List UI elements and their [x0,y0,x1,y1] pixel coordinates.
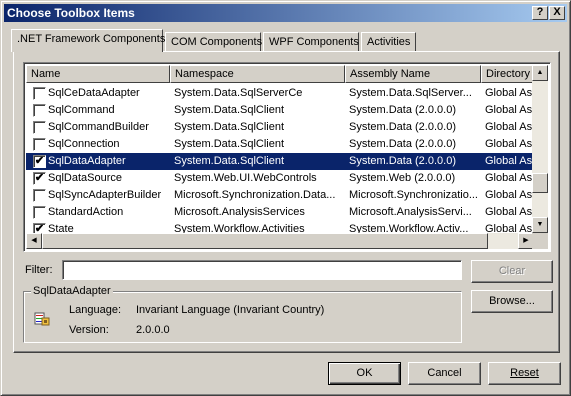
scroll-down-icon[interactable]: ▼ [532,217,548,233]
choose-toolbox-items-dialog: Choose Toolbox Items ? X .NET Framework … [0,0,571,396]
cell-namespace: System.Data.SqlClient [174,155,285,167]
table-row[interactable]: ✔ SqlDataSource System.Web.UI.WebControls S… [26,170,535,187]
cell-namespace: System.Data.SqlClient [174,104,285,116]
language-label: Language: [69,304,121,316]
tab-wpf-components[interactable]: WPF Components [263,32,359,52]
language-value: Invariant Language (Invariant Country) [136,304,325,316]
window-title: Choose Toolbox Items [7,6,135,20]
cell-directory: Global Ass [485,87,535,99]
cell-assembly-name: System.Data.SqlServer... [349,87,472,99]
cell-namespace: System.Web.UI.WebControls [174,172,317,184]
components-list[interactable]: Name Namespace Assembly Name Directory S… [23,62,551,252]
table-row[interactable]: SqlCommand System.Data.SqlClient System.Da… [26,102,535,119]
cell-name: SqlSyncAdapterBuilder [48,189,162,201]
cell-namespace: System.Data.SqlClient [174,121,285,133]
details-group-title: SqlDataAdapter [31,285,113,297]
version-label: Version: [69,324,109,336]
scroll-up-icon[interactable]: ▲ [532,65,548,81]
table-row[interactable]: SqlSyncAdapterBuilder Microsoft.Synchroni… [26,187,535,204]
row-checkbox[interactable]: ✔ [33,155,46,168]
cell-directory: Global Ass [485,138,535,150]
cell-directory: Global Ass [485,189,535,201]
cell-namespace: Microsoft.Synchronization.Data... [174,189,336,201]
cell-namespace: System.Data.SqlServerCe [174,87,303,99]
scroll-thumb-vertical[interactable] [532,173,548,193]
sqldataadapter-icon [34,311,50,327]
reset-label: Reset [510,367,539,379]
row-checkbox[interactable] [33,189,46,202]
filter-label: Filter: [25,264,53,276]
row-checkbox[interactable] [33,138,46,151]
table-row[interactable]: ✔ SqlDataAdapter System.Data.SqlClient Syst… [26,153,535,170]
cell-assembly-name: Microsoft.Synchronizatio... [349,189,478,201]
cell-namespace: Microsoft.AnalysisServices [174,206,305,218]
reset-button[interactable]: Reset [488,362,561,385]
cell-directory: Global Ass [485,172,535,184]
cell-directory: Global Ass [485,206,535,218]
cell-name: SqlCeDataAdapter [48,87,140,99]
cell-name: SqlConnection [48,138,120,150]
row-checkbox[interactable] [33,104,46,117]
ok-button[interactable]: OK [328,362,401,385]
cell-name: StandardAction [48,206,124,218]
scroll-corner [532,233,548,249]
cell-name: SqlDataAdapter [48,155,126,167]
tab-activities[interactable]: Activities [361,32,416,52]
cell-namespace: System.Data.SqlClient [174,138,285,150]
cancel-button[interactable]: Cancel [408,362,481,385]
browse-button[interactable]: Browse... [471,290,553,313]
cell-assembly-name: Microsoft.AnalysisServi... [349,206,472,218]
title-bar[interactable]: Choose Toolbox Items ? X [4,4,567,22]
table-row[interactable]: SqlConnection System.Data.SqlClient System… [26,136,535,153]
close-button[interactable]: X [549,6,565,20]
cell-assembly-name: System.Web (2.0.0.0) [349,172,456,184]
clear-button[interactable]: Clear [471,260,553,283]
cell-directory: Global Ass [485,155,535,167]
scroll-left-icon[interactable]: ◀ [26,233,42,249]
column-header-assembly-name[interactable]: Assembly Name [345,65,481,83]
column-header-directory[interactable]: Directory [481,65,534,83]
cell-name: SqlCommand [48,104,115,116]
vertical-scrollbar[interactable]: ▲ ▼ [532,65,548,233]
table-row[interactable]: SqlCeDataAdapter System.Data.SqlServerCe S… [26,85,535,102]
row-checkbox[interactable]: ✔ [33,172,46,185]
horizontal-scrollbar[interactable]: ◀ ▶ [26,233,534,249]
row-checkbox[interactable] [33,87,46,100]
scroll-thumb-horizontal[interactable] [42,233,488,249]
help-button[interactable]: ? [532,6,548,20]
cell-assembly-name: System.Data (2.0.0.0) [349,104,456,116]
row-checkbox[interactable] [33,206,46,219]
cell-name: SqlDataSource [48,172,122,184]
tab-com-components[interactable]: COM Components [165,32,262,52]
cell-assembly-name: System.Data (2.0.0.0) [349,121,456,133]
cell-name: SqlCommandBuilder [48,121,149,133]
table-row[interactable]: SqlCommandBuilder System.Data.SqlClient Sy… [26,119,535,136]
row-checkbox[interactable] [33,121,46,134]
cell-assembly-name: System.Data (2.0.0.0) [349,138,456,150]
cell-directory: Global Ass [485,121,535,133]
tab-net-framework-components[interactable]: .NET Framework Components [11,29,165,52]
filter-input[interactable] [62,260,462,280]
column-header-name[interactable]: Name [26,65,170,83]
cell-directory: Global Ass [485,104,535,116]
table-row[interactable]: StandardAction Microsoft.AnalysisServices… [26,204,535,221]
column-header-namespace[interactable]: Namespace [170,65,345,83]
version-value: 2.0.0.0 [136,324,170,336]
cell-assembly-name: System.Data (2.0.0.0) [349,155,456,167]
